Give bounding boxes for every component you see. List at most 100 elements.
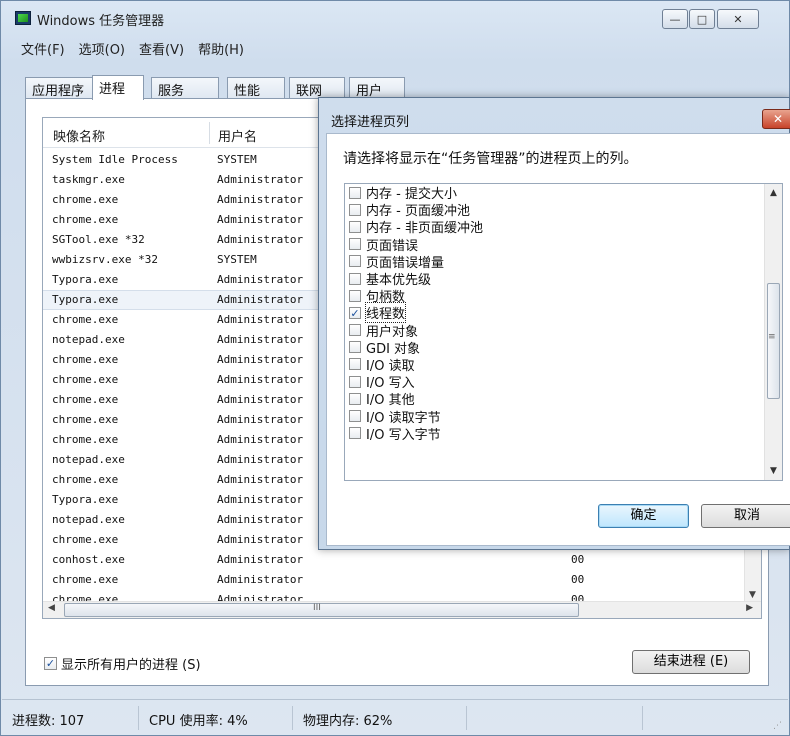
process-user-name: Administrator — [217, 233, 304, 246]
scroll-up-arrow-icon[interactable]: ▲ — [770, 188, 777, 198]
process-user-name: Administrator — [217, 393, 304, 406]
scroll-grip: ≡ — [768, 332, 776, 342]
process-user-name: Administrator — [217, 453, 304, 466]
dialog-close-button[interactable]: ✕ — [762, 109, 790, 129]
column-option-checkbox[interactable] — [349, 324, 361, 337]
process-user-name: Administrator — [217, 413, 304, 426]
process-image-name: chrome.exe — [52, 573, 119, 586]
column-option-label: I/O 读取 — [366, 358, 415, 374]
hscroll-grip: III — [313, 603, 321, 613]
column-option[interactable]: 句柄数 — [345, 287, 782, 306]
column-option-checkbox[interactable]: ✓ — [349, 306, 361, 319]
column-header-user-name[interactable]: 用户名 — [218, 126, 257, 145]
process-user-name: Administrator — [217, 433, 304, 446]
column-option-checkbox[interactable] — [349, 272, 361, 285]
scroll-down-arrow-icon[interactable]: ▼ — [749, 590, 756, 600]
status-divider — [642, 706, 643, 730]
column-option-checkbox[interactable] — [349, 427, 361, 440]
column-options: 内存 - 提交大小 内存 - 页面缓冲池 内存 - 非页面缓冲池 页面错误 页面错误增量… — [345, 184, 782, 443]
tab-performance[interactable]: 性能 — [227, 77, 285, 99]
column-header-image-name[interactable]: 映像名称 — [53, 126, 105, 145]
column-option[interactable]: 基本优先级 — [345, 270, 782, 288]
maximize-button[interactable]: □ — [689, 9, 715, 29]
process-image-name: chrome.exe — [52, 373, 119, 386]
show-all-users-checkbox[interactable]: ✓ — [44, 657, 57, 670]
column-options-list[interactable]: 内存 - 提交大小 内存 - 页面缓冲池 内存 - 非页面缓冲池 页面错误 页面错误增量… — [344, 183, 783, 481]
close-button[interactable]: ✕ — [717, 9, 759, 29]
show-all-users-toggle[interactable]: ✓ 显示所有用户的进程 (S) — [44, 654, 201, 673]
column-option[interactable]: 页面错误 — [345, 236, 782, 254]
column-option-checkbox[interactable] — [349, 203, 361, 216]
menu-bar: 文件(F) 选项(O) 查看(V) 帮助(H) — [21, 39, 258, 59]
column-option[interactable]: 内存 - 页面缓冲池 — [345, 201, 782, 219]
title-bar: Windows 任务管理器 — □ ✕ — [1, 1, 789, 33]
process-image-name: chrome.exe — [52, 353, 119, 366]
column-option[interactable]: 用户对象 — [345, 322, 782, 340]
minimize-button[interactable]: — — [662, 9, 688, 29]
process-image-name: chrome.exe — [52, 433, 119, 446]
menu-options[interactable]: 选项(O) — [79, 39, 125, 59]
column-option[interactable]: I/O 读取字节 — [345, 407, 782, 426]
column-option-label: 内存 - 提交大小 — [366, 187, 457, 203]
process-user-name: Administrator — [217, 533, 304, 546]
column-option-checkbox[interactable] — [349, 186, 361, 199]
column-option-checkbox[interactable] — [349, 392, 361, 405]
tab-services[interactable]: 服务 — [151, 77, 219, 99]
process-row[interactable]: conhost.exe Administrator 00 — [43, 550, 743, 570]
status-divider — [138, 706, 139, 730]
column-option-label: 用户对象 — [366, 324, 419, 340]
column-option-checkbox[interactable] — [349, 341, 361, 354]
process-list-hscrollbar[interactable]: ◀ III ▶ — [43, 601, 761, 618]
column-option-checkbox[interactable] — [349, 289, 361, 302]
process-cpu-value: 00 — [571, 553, 585, 566]
process-image-name: taskmgr.exe — [52, 173, 125, 186]
column-option-checkbox[interactable] — [349, 255, 361, 268]
column-option[interactable]: GDI 对象 — [345, 339, 782, 357]
column-option[interactable]: ✓ 线程数 — [345, 302, 782, 324]
scroll-left-arrow-icon[interactable]: ◀ — [48, 603, 55, 613]
process-image-name: Typora.exe — [52, 493, 119, 506]
process-user-name: Administrator — [217, 573, 304, 586]
menu-view[interactable]: 查看(V) — [139, 39, 184, 59]
process-cpu-value: 00 — [571, 573, 585, 586]
tab-applications[interactable]: 应用程序 — [25, 77, 93, 99]
process-image-name: chrome.exe — [52, 193, 119, 206]
column-option[interactable]: 内存 - 非页面缓冲池 — [345, 218, 782, 236]
scroll-down-arrow-icon[interactable]: ▼ — [770, 466, 777, 476]
ok-button[interactable]: 确定 — [598, 504, 689, 528]
column-option[interactable]: 内存 - 提交大小 — [345, 184, 782, 203]
column-option[interactable]: I/O 其他 — [345, 390, 782, 408]
process-image-name: System Idle Process — [52, 153, 178, 166]
process-user-name: Administrator — [217, 373, 304, 386]
column-list-vscrollbar[interactable]: ▲ ≡ ▼ — [764, 184, 782, 480]
column-option[interactable]: I/O 读取 — [345, 356, 782, 374]
task-manager-app-icon — [15, 11, 31, 25]
scroll-right-arrow-icon[interactable]: ▶ — [746, 603, 753, 613]
tab-users[interactable]: 用户 — [349, 77, 405, 99]
column-option[interactable]: I/O 写入 — [345, 373, 782, 391]
column-option-label: 句柄数 — [366, 290, 406, 306]
column-option[interactable]: I/O 写入字节 — [345, 425, 782, 443]
process-row[interactable]: chrome.exe Administrator 00 — [43, 570, 743, 590]
column-option-checkbox[interactable] — [349, 220, 361, 233]
column-option-checkbox[interactable] — [349, 238, 361, 251]
column-option-checkbox[interactable] — [349, 375, 361, 388]
status-bar: 进程数: 107 CPU 使用率: 4% 物理内存: 62% ⋰ — [2, 699, 788, 735]
tab-processes[interactable]: 进程 — [92, 75, 144, 100]
process-user-name: Administrator — [217, 173, 304, 186]
column-option-label: 线程数 — [364, 302, 407, 324]
process-user-name: Administrator — [217, 313, 304, 326]
column-option-label: I/O 写入字节 — [366, 427, 441, 443]
process-image-name: notepad.exe — [52, 453, 125, 466]
menu-help[interactable]: 帮助(H) — [198, 39, 244, 59]
column-option[interactable]: 页面错误增量 — [345, 253, 782, 271]
hscroll-thumb[interactable] — [64, 603, 579, 617]
resize-grip-icon[interactable]: ⋰ — [773, 721, 782, 731]
column-option-checkbox[interactable] — [349, 358, 361, 371]
menu-file[interactable]: 文件(F) — [21, 39, 65, 59]
process-image-name: conhost.exe — [52, 553, 125, 566]
column-option-checkbox[interactable] — [349, 410, 361, 423]
cancel-button[interactable]: 取消 — [701, 504, 790, 528]
tab-networking[interactable]: 联网 — [289, 77, 345, 99]
end-process-button[interactable]: 结束进程 (E) — [632, 650, 750, 674]
